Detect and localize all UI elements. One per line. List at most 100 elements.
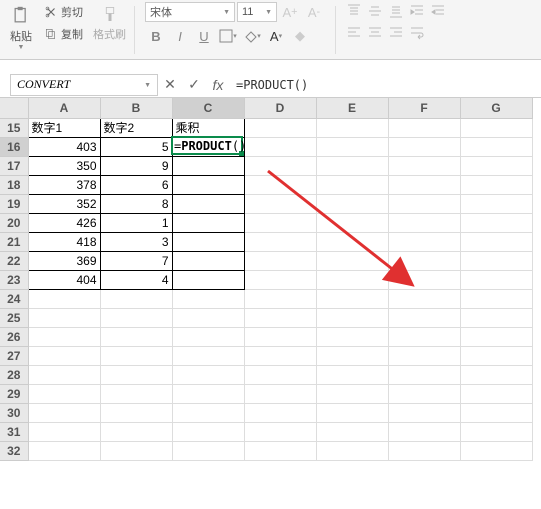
cell-E17[interactable]	[316, 156, 388, 175]
row-header-16[interactable]: 16	[0, 137, 28, 156]
cell-edit-overlay[interactable]: =PRODUCT()	[174, 139, 246, 153]
cell-B15[interactable]: 数字2	[100, 118, 172, 137]
align-center-button[interactable]	[365, 24, 385, 42]
cell-F26[interactable]	[388, 327, 460, 346]
cell-G29[interactable]	[460, 384, 532, 403]
cell-C18[interactable]	[172, 175, 244, 194]
cell-D27[interactable]	[244, 346, 316, 365]
cell-A28[interactable]	[28, 365, 100, 384]
cell-E19[interactable]	[316, 194, 388, 213]
cell-F16[interactable]	[388, 137, 460, 156]
cell-E21[interactable]	[316, 232, 388, 251]
cell-F27[interactable]	[388, 346, 460, 365]
cell-B25[interactable]	[100, 308, 172, 327]
cell-C30[interactable]	[172, 403, 244, 422]
cell-B26[interactable]	[100, 327, 172, 346]
cell-F31[interactable]	[388, 422, 460, 441]
cell-G23[interactable]	[460, 270, 532, 289]
cell-E24[interactable]	[316, 289, 388, 308]
name-box[interactable]: CONVERT ▼	[10, 74, 158, 96]
column-header-F[interactable]: F	[388, 98, 460, 118]
cell-C20[interactable]	[172, 213, 244, 232]
confirm-formula-button[interactable]: ✓	[182, 76, 206, 93]
cell-D15[interactable]	[244, 118, 316, 137]
align-middle-button[interactable]	[365, 2, 385, 20]
cell-D31[interactable]	[244, 422, 316, 441]
cell-F18[interactable]	[388, 175, 460, 194]
row-header-20[interactable]: 20	[0, 213, 28, 232]
cell-A27[interactable]	[28, 346, 100, 365]
cell-A21[interactable]: 418	[28, 232, 100, 251]
cell-B30[interactable]	[100, 403, 172, 422]
cell-C29[interactable]	[172, 384, 244, 403]
cell-A22[interactable]: 369	[28, 251, 100, 270]
cell-C25[interactable]	[172, 308, 244, 327]
cell-C21[interactable]	[172, 232, 244, 251]
cell-G27[interactable]	[460, 346, 532, 365]
cell-B18[interactable]: 6	[100, 175, 172, 194]
cell-B28[interactable]	[100, 365, 172, 384]
row-header-26[interactable]: 26	[0, 327, 28, 346]
cell-E27[interactable]	[316, 346, 388, 365]
cut-button[interactable]: 剪切	[40, 2, 87, 22]
cell-E23[interactable]	[316, 270, 388, 289]
column-header-G[interactable]: G	[460, 98, 532, 118]
cell-A16[interactable]: 403	[28, 137, 100, 156]
cell-D16[interactable]	[244, 137, 316, 156]
cell-F30[interactable]	[388, 403, 460, 422]
cell-C28[interactable]	[172, 365, 244, 384]
cell-A20[interactable]: 426	[28, 213, 100, 232]
cell-E15[interactable]	[316, 118, 388, 137]
cell-B19[interactable]: 8	[100, 194, 172, 213]
cell-G30[interactable]	[460, 403, 532, 422]
cell-G17[interactable]	[460, 156, 532, 175]
cell-D18[interactable]	[244, 175, 316, 194]
cell-F24[interactable]	[388, 289, 460, 308]
column-header-E[interactable]: E	[316, 98, 388, 118]
cell-B31[interactable]	[100, 422, 172, 441]
row-header-32[interactable]: 32	[0, 441, 28, 460]
cell-C17[interactable]	[172, 156, 244, 175]
column-header-C[interactable]: C	[172, 98, 244, 118]
cell-G18[interactable]	[460, 175, 532, 194]
cell-D19[interactable]	[244, 194, 316, 213]
indent-decrease-button[interactable]	[407, 2, 427, 20]
row-header-22[interactable]: 22	[0, 251, 28, 270]
cell-E20[interactable]	[316, 213, 388, 232]
align-top-button[interactable]	[344, 2, 364, 20]
fx-button[interactable]: fx	[206, 77, 230, 93]
cell-F17[interactable]	[388, 156, 460, 175]
cell-G28[interactable]	[460, 365, 532, 384]
cell-G21[interactable]	[460, 232, 532, 251]
font-color-button[interactable]: A▾	[265, 26, 287, 46]
cell-B27[interactable]	[100, 346, 172, 365]
cell-D20[interactable]	[244, 213, 316, 232]
cell-E18[interactable]	[316, 175, 388, 194]
cell-C24[interactable]	[172, 289, 244, 308]
cell-D32[interactable]	[244, 441, 316, 460]
cell-G24[interactable]	[460, 289, 532, 308]
cell-C23[interactable]	[172, 270, 244, 289]
cell-A31[interactable]	[28, 422, 100, 441]
paste-button[interactable]: 粘贴 ▼	[4, 2, 38, 53]
cell-A32[interactable]	[28, 441, 100, 460]
increase-font-button[interactable]: A+	[279, 2, 301, 22]
copy-button[interactable]: 复制	[40, 24, 87, 44]
align-left-button[interactable]	[344, 24, 364, 42]
row-header-15[interactable]: 15	[0, 118, 28, 137]
cell-B32[interactable]	[100, 441, 172, 460]
cell-D23[interactable]	[244, 270, 316, 289]
spreadsheet-grid[interactable]: ABCDEFG15数字1数字2乘积16403517350918378619352…	[0, 98, 541, 461]
cell-C32[interactable]	[172, 441, 244, 460]
row-header-21[interactable]: 21	[0, 232, 28, 251]
cell-B24[interactable]	[100, 289, 172, 308]
row-header-19[interactable]: 19	[0, 194, 28, 213]
wrap-text-button[interactable]	[407, 24, 427, 42]
cell-D28[interactable]	[244, 365, 316, 384]
cell-G15[interactable]	[460, 118, 532, 137]
cell-E22[interactable]	[316, 251, 388, 270]
cell-D26[interactable]	[244, 327, 316, 346]
cell-A23[interactable]: 404	[28, 270, 100, 289]
column-header-B[interactable]: B	[100, 98, 172, 118]
cell-G26[interactable]	[460, 327, 532, 346]
